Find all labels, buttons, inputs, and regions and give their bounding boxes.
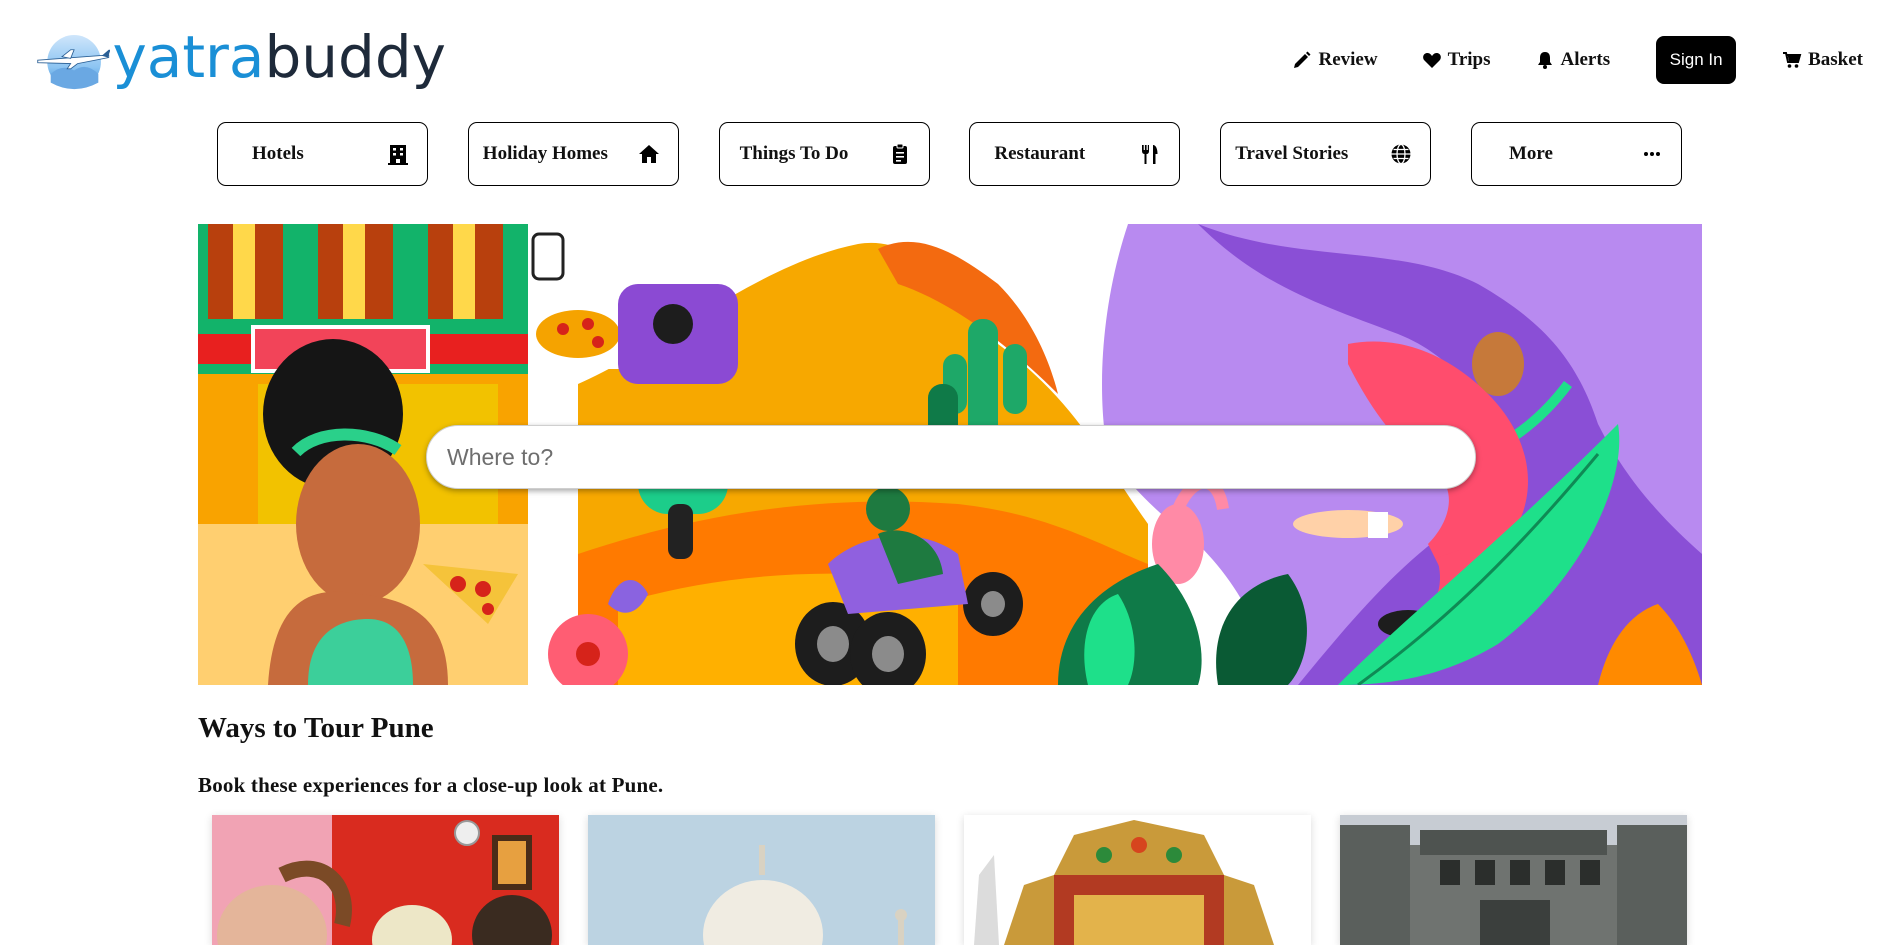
heart-icon (1422, 53, 1441, 68)
pencil-icon (1294, 51, 1311, 68)
hero-banner (198, 224, 1702, 685)
house-icon (638, 145, 659, 163)
experience-card[interactable] (964, 815, 1311, 945)
nav-alerts-label: Alerts (1560, 49, 1611, 70)
experience-card[interactable] (1340, 815, 1687, 945)
section-subtitle: Book these experiences for a close-up lo… (198, 773, 664, 797)
cart-icon (1783, 52, 1802, 68)
tab-holiday-homes-label: Holiday Homes (482, 143, 608, 164)
experience-card[interactable] (588, 815, 935, 945)
brand-name: yatrabuddy (112, 28, 446, 86)
nav-review-label: Review (1318, 49, 1378, 70)
globe-icon (1391, 143, 1411, 165)
nav-review[interactable]: Review (1292, 49, 1378, 71)
tab-hotels[interactable]: Hotels (217, 122, 428, 186)
airplane-globe-icon (37, 35, 111, 90)
more-dots-icon (1643, 152, 1660, 156)
nav-trips[interactable]: Trips (1422, 49, 1491, 71)
experience-cards (212, 815, 1688, 945)
top-nav: Review Trips Alerts Sign In Basket (1248, 36, 1863, 84)
section-title: Ways to Tour Pune (198, 712, 434, 744)
search-input[interactable] (427, 426, 1475, 488)
taj-mahal-photo (588, 815, 935, 945)
shaniwar-wada-fort-photo (1340, 815, 1687, 945)
nav-trips-label: Trips (1447, 49, 1491, 70)
experience-card[interactable] (212, 815, 559, 945)
tab-more[interactable]: More (1470, 122, 1682, 186)
tab-holiday-homes[interactable]: Holiday Homes (467, 122, 679, 186)
tab-travel-stories[interactable]: Travel Stories (1220, 122, 1432, 186)
tab-things-to-do[interactable]: Things To Do (718, 122, 930, 186)
brand-name-part2: buddy (264, 23, 446, 91)
tab-hotels-label: Hotels (252, 143, 304, 164)
search-bar (426, 425, 1476, 489)
sign-in-button[interactable]: Sign In (1656, 36, 1737, 84)
decorated-temple-photo (964, 815, 1311, 945)
brand-logo[interactable]: yatrabuddy (36, 22, 446, 100)
nav-alerts[interactable]: Alerts (1535, 49, 1611, 71)
clipboard-icon (892, 143, 907, 164)
nav-basket[interactable]: Basket (1782, 49, 1863, 71)
category-tabs: Hotels Holiday Homes Things To Do Restau… (217, 122, 1682, 188)
tab-things-to-do-label: Things To Do (739, 143, 849, 164)
bell-icon (1537, 52, 1552, 69)
tab-restaurant[interactable]: Restaurant (969, 122, 1181, 186)
brand-name-part1: yatra (112, 23, 265, 91)
tab-more-label: More (1508, 143, 1553, 164)
building-icon (388, 145, 408, 165)
tab-travel-stories-label: Travel Stories (1235, 143, 1349, 164)
fork-knife-icon (1142, 145, 1158, 164)
nav-basket-label: Basket (1808, 49, 1863, 70)
tab-restaurant-label: Restaurant (994, 143, 1086, 164)
people-festival-photo (212, 815, 559, 945)
